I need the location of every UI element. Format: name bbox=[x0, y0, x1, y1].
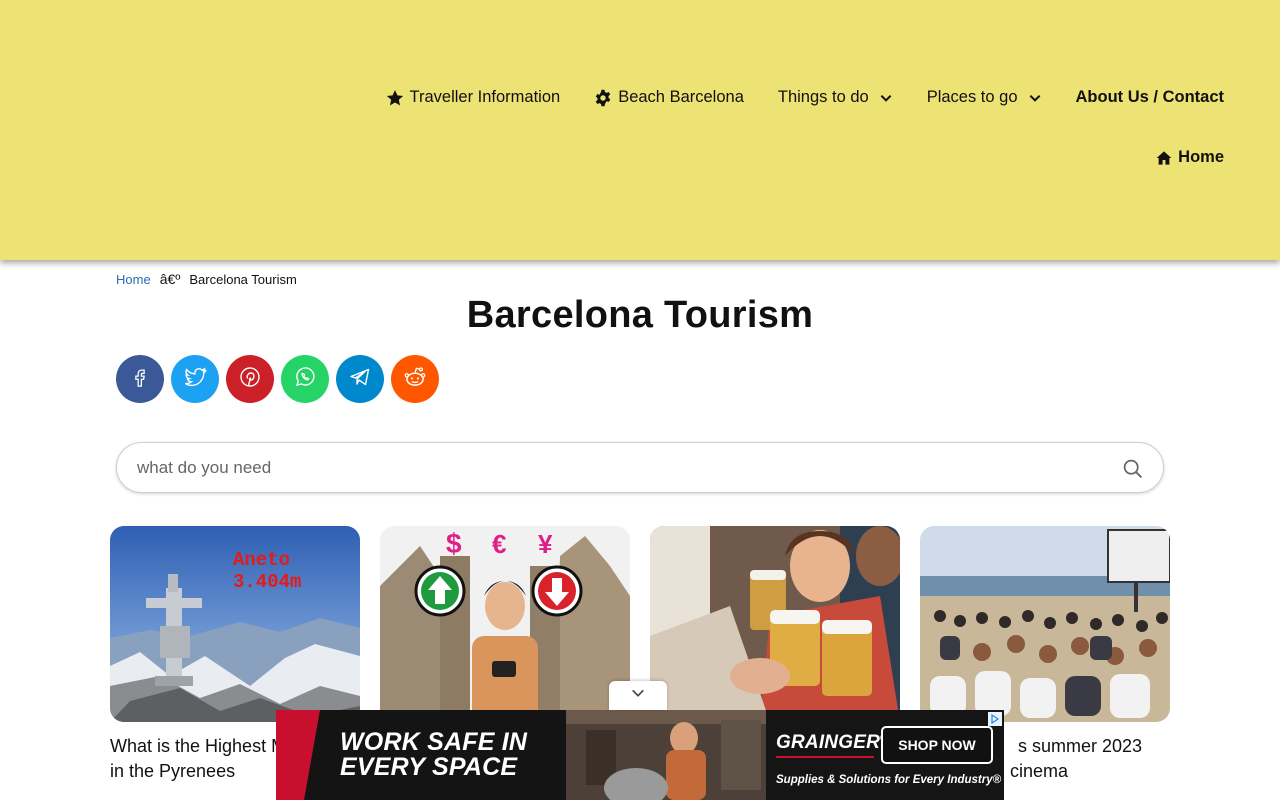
ad-brand-underline bbox=[776, 756, 874, 758]
facebook-share-button[interactable] bbox=[116, 355, 164, 403]
ad-headline: WORK SAFE IN EVERY SPACE bbox=[340, 730, 527, 780]
chevron-down-icon bbox=[1028, 91, 1042, 105]
article-image-aneto[interactable]: Aneto 3.404m bbox=[110, 526, 360, 722]
search-box bbox=[116, 442, 1164, 493]
image-dollar-sign: $ bbox=[446, 528, 462, 559]
telegram-icon bbox=[348, 365, 372, 394]
ad-choices-icon[interactable] bbox=[988, 712, 1002, 726]
twitter-share-button[interactable] bbox=[171, 355, 219, 403]
nav-label: Traveller Information bbox=[409, 88, 561, 106]
whatsapp-icon bbox=[293, 365, 317, 394]
reddit-icon bbox=[402, 364, 428, 395]
chevron-down-icon bbox=[630, 685, 646, 706]
image-yen-sign: ¥ bbox=[538, 529, 553, 559]
image-euro-sign: € bbox=[492, 529, 506, 559]
article-image-prices[interactable]: $ € ¥ bbox=[380, 526, 630, 722]
gear-icon bbox=[594, 89, 612, 107]
page-title: Barcelona Tourism bbox=[466, 294, 814, 336]
nav-label: Places to go bbox=[926, 88, 1018, 106]
home-icon bbox=[1156, 150, 1172, 166]
pinterest-icon bbox=[238, 365, 262, 394]
nav-label: Beach Barcelona bbox=[618, 88, 744, 106]
nav-item-about-contact[interactable]: About Us / Contact bbox=[1076, 88, 1225, 107]
card-title-line1: What is the Highest M bbox=[110, 736, 287, 756]
whatsapp-share-button[interactable] bbox=[281, 355, 329, 403]
article-card[interactable] bbox=[650, 526, 900, 734]
pinterest-share-button[interactable] bbox=[226, 355, 274, 403]
ad-headline-line2: EVERY SPACE bbox=[340, 753, 518, 781]
nav-item-beach-barcelona[interactable]: Beach Barcelona bbox=[594, 88, 744, 107]
site-header: Traveller Information Beach Barcelona Th… bbox=[0, 0, 1280, 260]
ad-shop-now-button[interactable]: SHOP NOW bbox=[881, 726, 993, 764]
reddit-share-button[interactable] bbox=[391, 355, 439, 403]
card-title-line1: s summer 2023 bbox=[1018, 736, 1143, 756]
twitter-icon bbox=[183, 365, 207, 394]
article-image-beach-cinema[interactable] bbox=[920, 526, 1170, 722]
article-image-beer[interactable] bbox=[650, 526, 900, 722]
star-icon bbox=[386, 89, 404, 107]
breadcrumb-separator: â€º bbox=[159, 271, 181, 287]
ad-brand-logo: GRAINGER® bbox=[776, 732, 886, 754]
ad-collapse-toggle[interactable] bbox=[609, 681, 667, 710]
search-input[interactable] bbox=[137, 443, 1097, 492]
nav-item-things-to-do[interactable]: Things to do bbox=[778, 88, 893, 107]
chevron-down-icon bbox=[879, 91, 893, 105]
image-caption-height: 3.404m bbox=[233, 571, 301, 593]
facebook-icon bbox=[129, 366, 151, 393]
breadcrumb-current: Barcelona Tourism bbox=[189, 271, 297, 287]
card-title-line2: in the Pyrenees bbox=[110, 761, 236, 781]
breadcrumb: Home â€º Barcelona Tourism bbox=[116, 271, 297, 287]
secondary-nav: Home bbox=[1156, 148, 1224, 167]
image-caption-aneto: Aneto bbox=[233, 549, 290, 571]
ad-brand-name: GRAINGER bbox=[776, 732, 880, 753]
card-title-line2: cinema bbox=[1010, 761, 1069, 781]
nav-item-home[interactable]: Home bbox=[1156, 148, 1224, 167]
main-nav: Traveller Information Beach Barcelona Th… bbox=[386, 88, 1225, 107]
advertisement-banner[interactable]: WORK SAFE IN EVERY SPACE GRAINGER® SHOP … bbox=[276, 710, 1004, 800]
nav-item-traveller-information[interactable]: Traveller Information bbox=[386, 88, 561, 107]
nav-item-places-to-go[interactable]: Places to go bbox=[927, 88, 1042, 107]
search-icon[interactable] bbox=[1122, 458, 1143, 484]
ad-tagline: Supplies & Solutions for Every Industry® bbox=[776, 774, 1002, 786]
article-card[interactable]: $ € ¥ bbox=[380, 526, 630, 734]
social-share-bar bbox=[116, 355, 439, 403]
nav-label: Home bbox=[1178, 148, 1224, 166]
nav-label: Things to do bbox=[777, 88, 869, 106]
breadcrumb-home-link[interactable]: Home bbox=[116, 272, 151, 287]
ad-headline-line1: WORK SAFE IN bbox=[340, 728, 528, 756]
telegram-share-button[interactable] bbox=[336, 355, 384, 403]
nav-label: About Us / Contact bbox=[1075, 88, 1225, 106]
